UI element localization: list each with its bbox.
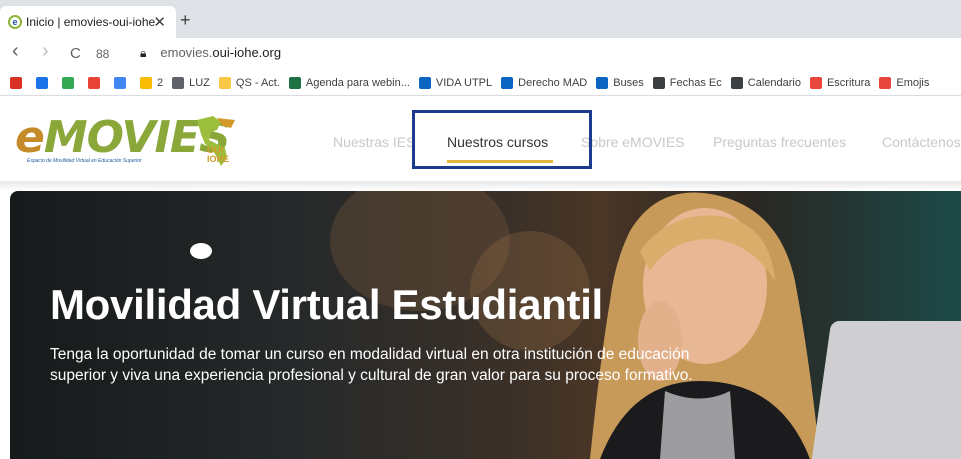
bookmark-item[interactable] [114, 76, 131, 89]
bookmark-label: Derecho MAD [518, 76, 588, 89]
emovies-logo[interactable]: eMOVIES Espacio de Movilidad Virtual en … [15, 112, 245, 170]
browser-tab-bar: e Inicio | emovies-oui-iohe ✕ + [0, 0, 961, 38]
forward-button[interactable]: › [42, 40, 49, 63]
bookmark-label: Escritura [826, 76, 871, 89]
bookmark-label: Agenda para webin... [305, 76, 410, 89]
menu-item-nuestras-ies[interactable]: Nuestras IES [333, 134, 415, 150]
bookmark-icon [501, 76, 514, 89]
apps-icon[interactable]: 88 [96, 47, 109, 61]
tab-title: Inicio | emovies-oui-iohe [26, 15, 156, 29]
laptop-photo [808, 321, 961, 459]
hero-banner: Movilidad Virtual Estudiantil Tenga la o… [10, 191, 961, 459]
bookmark-item[interactable] [36, 76, 53, 89]
bookmark-icon [730, 76, 743, 89]
hero-dot-decoration [190, 243, 212, 259]
bookmark-icon [809, 76, 822, 89]
site-favicon-icon: e [8, 15, 22, 29]
bookmark-label: QS - Act. [235, 76, 280, 89]
bookmark-icon [418, 76, 431, 89]
bookmark-item[interactable]: Calendario [730, 76, 801, 89]
url-field[interactable]: 🔒︎ emovies.oui-iohe.org [140, 45, 281, 61]
bookmark-icon [172, 76, 185, 89]
bookmarks-bar: 2 LUZ QS - Act. Agenda para webin... VIDA UT… [0, 70, 961, 96]
logo-subtitle: Espacio de Movilidad Virtual en Educació… [27, 158, 142, 164]
bookmark-item[interactable]: VIDA UTPL [418, 76, 493, 89]
highlight-annotation-box [412, 110, 592, 169]
bookmark-item[interactable]: 2 [140, 76, 164, 89]
bookmark-icon [10, 76, 22, 89]
bookmark-icon [288, 76, 301, 89]
bookmark-label: Emojis [896, 76, 930, 89]
lock-icon: 🔒︎ [140, 46, 147, 60]
browser-tab[interactable]: e Inicio | emovies-oui-iohe ✕ [0, 6, 176, 38]
bookmark-icon [88, 76, 100, 89]
new-tab-button[interactable]: + [180, 10, 191, 31]
bookmark-item[interactable]: Derecho MAD [501, 76, 588, 89]
bookmark-item[interactable] [88, 76, 105, 89]
bookmark-icon [596, 76, 609, 89]
bookmark-icon [140, 76, 152, 89]
bookmark-label: VIDA UTPL [435, 76, 493, 89]
reload-button[interactable]: C [70, 45, 81, 62]
bookmark-icon [218, 76, 231, 89]
menu-item-preguntas-frecuentes[interactable]: Preguntas frecuentes [713, 134, 846, 150]
back-button[interactable]: ‹ [12, 40, 19, 63]
bookmark-label: LUZ [189, 76, 210, 89]
bookmark-label: 2 [157, 76, 164, 89]
bookmark-item[interactable]: Fechas Ec [652, 76, 722, 89]
bookmark-icon [879, 76, 892, 89]
address-bar-row: ‹ › C 88 🔒︎ emovies.oui-iohe.org [0, 38, 961, 70]
close-tab-icon[interactable]: ✕ [153, 13, 166, 31]
bookmark-item[interactable]: Escritura [809, 76, 871, 89]
hero-description: Tenga la oportunidad de tomar un curso e… [50, 346, 693, 384]
url-domain: oui-iohe.org [212, 45, 282, 60]
menu-item-sobre-emovies[interactable]: Sobre eMOVIES [581, 134, 685, 150]
bookmark-item[interactable]: Agenda para webin... [288, 76, 410, 89]
bookmark-label: Buses [613, 76, 644, 89]
bookmark-item[interactable]: LUZ [172, 76, 210, 89]
bookmark-item[interactable] [62, 76, 79, 89]
bookmark-icon [36, 76, 48, 89]
bookmark-item[interactable]: Emojis [879, 76, 930, 89]
bookmark-label: Fechas Ec [669, 76, 722, 89]
url-prefix: emovies. [160, 45, 213, 60]
bookmark-icon [114, 76, 126, 89]
bookmark-item[interactable]: QS - Act. [218, 76, 280, 89]
bookmark-label: Calendario [747, 76, 801, 89]
bookmark-icon [652, 76, 665, 89]
bookmark-icon [62, 76, 74, 89]
menu-item-contactenos[interactable]: Contáctenos [882, 134, 961, 150]
bookmark-item[interactable] [10, 76, 27, 89]
bookmark-item[interactable]: Buses [596, 76, 644, 89]
header-divider [0, 181, 961, 191]
hero-title: Movilidad Virtual Estudiantil [50, 281, 603, 328]
oui-iohe-badge: OUI IOHE [207, 145, 230, 164]
student-photo [590, 192, 820, 459]
